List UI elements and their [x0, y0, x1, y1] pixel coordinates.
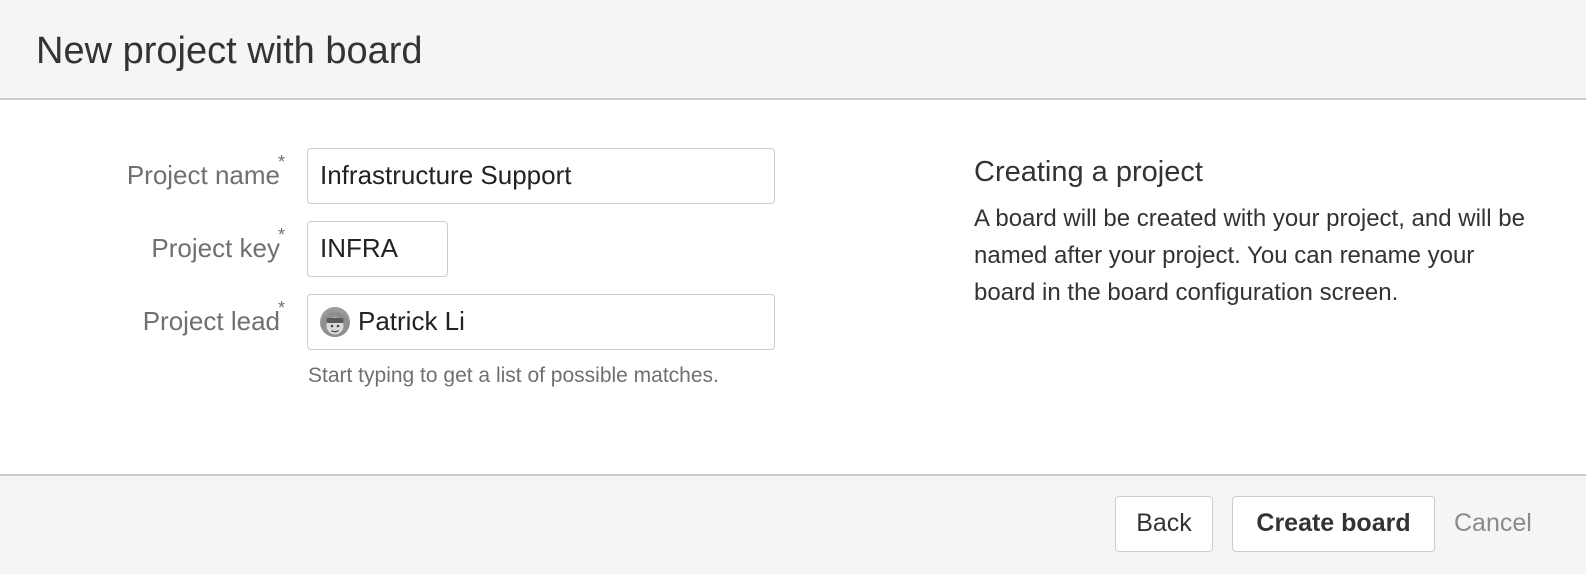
project-lead-help-text: Start typing to get a list of possible m… [308, 364, 719, 387]
project-name-label: Project name [126, 160, 280, 190]
project-name-input[interactable]: Infrastructure Support [307, 148, 775, 204]
project-key-label: Project key [151, 233, 280, 263]
dialog-content: Project name * Infrastructure Support Pr… [0, 100, 1586, 476]
project-name-required-marker: * [278, 152, 286, 172]
project-lead-required-marker: * [278, 298, 286, 318]
project-key-required-marker: * [278, 225, 286, 245]
user-avatar-icon [320, 307, 350, 337]
dialog-title: New project with board [36, 30, 423, 72]
info-description: A board will be created with your projec… [974, 205, 1525, 306]
back-button[interactable]: Back [1115, 496, 1213, 552]
dialog-footer: Back Create board Cancel [0, 474, 1586, 574]
info-title: Creating a project [974, 156, 1203, 188]
project-key-input[interactable]: INFRA [307, 221, 448, 277]
project-lead-value: Patrick Li [358, 306, 465, 336]
project-lead-picker[interactable]: Patrick Li [307, 294, 775, 350]
create-board-button[interactable]: Create board [1232, 496, 1435, 552]
project-lead-label: Project lead [142, 306, 280, 336]
create-project-dialog: New project with board Project name * In… [0, 0, 1586, 574]
dialog-header: New project with board [0, 0, 1586, 100]
cancel-link[interactable]: Cancel [1454, 509, 1532, 538]
